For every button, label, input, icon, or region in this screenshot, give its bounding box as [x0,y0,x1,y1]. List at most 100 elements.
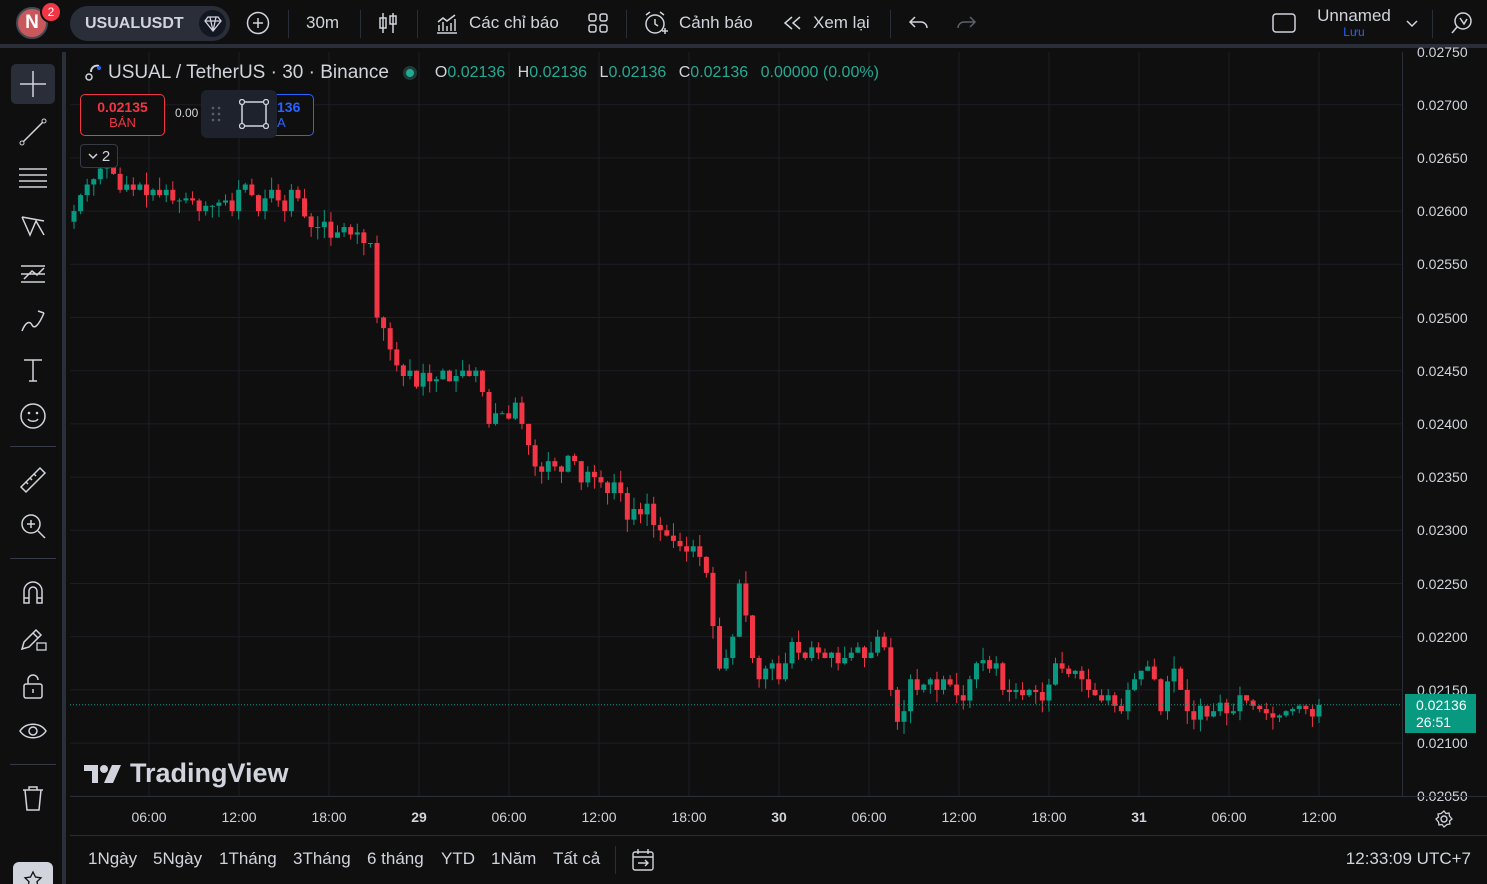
candle [829,651,835,668]
market-status-icon[interactable] [402,66,417,80]
candle [1263,702,1269,721]
candle [203,201,209,216]
range-1d[interactable]: 1Ngày [88,849,137,869]
pattern-icon [21,216,45,237]
alarm-clock-icon [645,11,668,34]
layout-name-block[interactable]: Unnamed Lưu [1314,6,1394,39]
undo-button[interactable] [907,0,931,46]
star-icon [23,870,43,884]
brush-icon [21,310,45,332]
candle [1059,651,1065,674]
candle [229,192,235,217]
settings-gear-icon[interactable] [1434,809,1454,829]
fib-tool[interactable] [11,158,55,198]
candle [242,182,248,193]
candle [506,405,512,420]
sell-button[interactable]: 0.02135 BÁN [80,94,165,136]
range-all[interactable]: Tất cả [553,849,600,869]
candle [710,566,716,639]
candle [723,649,729,671]
floating-toolbar[interactable] [201,90,277,138]
forecast-tool[interactable] [11,254,55,294]
candle [117,167,123,193]
emoji-tool[interactable] [11,396,55,436]
lock-all-tool[interactable] [11,666,55,706]
pencil-lock-icon [20,628,47,651]
candle [558,465,564,484]
candle [1211,703,1217,718]
layout-button[interactable] [1271,0,1297,46]
price-chart[interactable] [70,52,1402,796]
interval-button[interactable]: 30m [306,0,339,46]
favorites-button[interactable] [13,862,53,884]
redo-button[interactable] [954,0,978,46]
brush-tool[interactable] [11,302,55,342]
candle [888,637,894,697]
magnet-tool[interactable] [11,572,55,612]
candle [1145,660,1151,671]
candle [1066,665,1072,678]
legend-title[interactable]: USUAL / TetherUS · 30 · Binance [108,62,389,84]
candle [875,629,881,657]
range-ytd[interactable]: YTD [441,849,475,869]
notification-badge: 2 [40,1,62,23]
candle [1132,672,1138,692]
price-tick-label: 0.02400 [1417,415,1468,432]
candle [1303,704,1309,715]
range-1m[interactable]: 1Tháng [219,849,277,869]
candle [295,186,301,202]
range-5d[interactable]: 5Ngày [153,849,202,869]
candle [532,439,538,476]
last-price-value: 0.02136 [1416,697,1467,713]
candle [670,523,676,549]
range-6m[interactable]: 6 tháng [367,849,424,869]
candle [1276,714,1282,723]
candle [776,655,782,685]
indicators-button[interactable]: Các chỉ báo [435,0,559,46]
replay-button[interactable]: Xem lại [781,0,870,46]
candle [321,209,327,239]
indicators-label: Các chỉ báo [469,13,559,32]
candle [1020,682,1026,701]
candle [196,198,202,221]
candle [381,316,387,341]
candle [796,630,802,660]
candle [1006,679,1012,702]
candle [282,194,288,222]
candle [1237,686,1243,721]
price-axis[interactable]: 0.02750 0.02700 0.02650 0.02600 0.02550 0.025… [1402,44,1487,804]
templates-button[interactable] [586,0,610,46]
candle [657,516,663,541]
close-value: 0.02136 [690,64,749,81]
undo-icon [908,16,928,29]
diamond-icon[interactable] [199,10,226,37]
quick-search-button[interactable] [1450,0,1474,46]
candle [1283,710,1289,718]
range-3m[interactable]: 3Tháng [293,849,351,869]
candle [150,188,156,201]
change-value: 0.00000 (0.00%) [760,64,879,81]
eye-icon [19,723,47,739]
pattern-tool[interactable] [11,206,55,246]
layout-menu-button[interactable] [1405,0,1419,46]
lock-drawing-tool[interactable] [11,618,55,658]
alerts-button[interactable]: Cảnh báo [643,0,753,46]
text-tool[interactable] [11,350,55,390]
candle [914,669,920,696]
delete-tool[interactable] [11,778,55,818]
clock-timezone[interactable]: 12:33:09 UTC+7 [1346,849,1471,869]
trendline-tool[interactable] [11,112,55,152]
compare-add-button[interactable] [245,0,271,46]
range-1y[interactable]: 1Năm [491,849,536,869]
chart-type-button[interactable] [377,0,399,46]
time-tick-label: 18:00 [671,809,707,825]
legend-collapse-button[interactable]: 2 [80,144,118,168]
crosshair-tool[interactable] [11,64,55,104]
measure-tool[interactable] [11,460,55,500]
candle [1257,705,1263,713]
zoom-tool[interactable] [11,506,55,546]
symbol-search-button[interactable]: USUALUSDT [70,6,230,41]
time-axis[interactable]: 06:00 12:00 18:00 29 06:00 12:00 18:00 30 06:00 1… [70,796,1487,834]
hide-tool[interactable] [11,712,55,752]
calendar-goto-icon[interactable] [630,847,656,873]
